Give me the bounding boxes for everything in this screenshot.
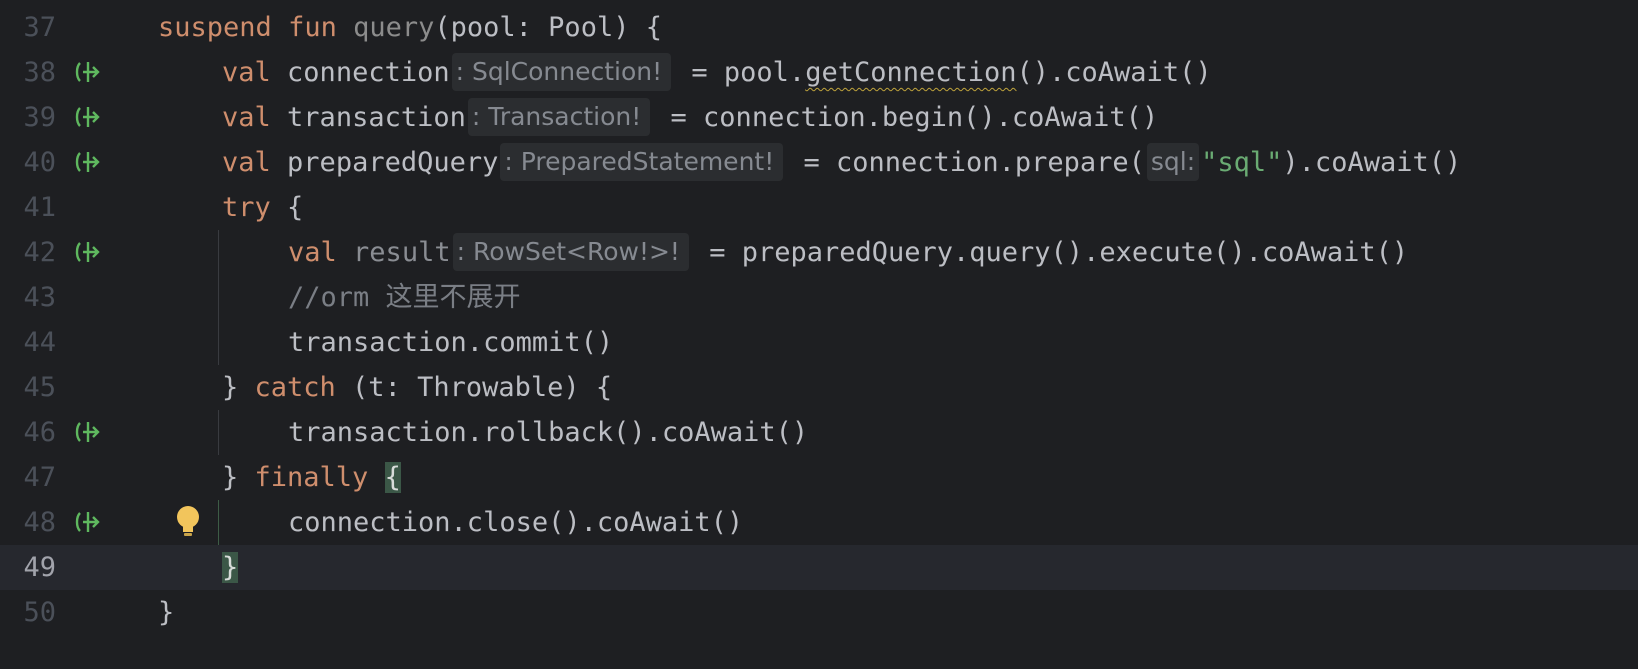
type-hint: : RowSet<Row!>! <box>452 233 689 271</box>
code-text[interactable]: } <box>222 545 239 590</box>
intention-lightbulb-icon[interactable] <box>174 504 202 540</box>
suspend-call-icon[interactable] <box>74 509 102 535</box>
type-hint: : Transaction! <box>467 98 651 136</box>
suspend-call-icon[interactable] <box>74 419 102 445</box>
code-line[interactable]: 43 //orm 这里不展开 <box>0 275 1638 320</box>
code-text[interactable]: } finally { <box>222 455 401 500</box>
code-rest: ).coAwait() <box>1282 147 1462 178</box>
keyword: finally <box>254 462 369 493</box>
line-number: 37 <box>23 12 56 43</box>
keyword: fun <box>288 12 337 43</box>
code-line[interactable]: 37 suspend fun query(pool: Pool) { <box>0 5 1638 50</box>
code-text[interactable]: try { <box>222 185 303 230</box>
variable-name: transaction <box>287 102 466 133</box>
line-number: 48 <box>23 507 56 538</box>
keyword: val <box>222 57 271 88</box>
code-text[interactable]: val transaction: Transaction! = connecti… <box>222 95 1158 140</box>
line-number: 41 <box>23 192 56 223</box>
code-line[interactable]: 46 transaction.rollback().coAwait() <box>0 410 1638 455</box>
keyword: try <box>222 192 271 223</box>
string-literal: "sql" <box>1201 147 1283 178</box>
code-text[interactable]: transaction.rollback().coAwait() <box>288 410 808 455</box>
suspend-call-icon[interactable] <box>74 104 102 130</box>
line-number: 43 <box>23 282 56 313</box>
code-rest: = preparedQuery.query().execute().coAwai… <box>692 237 1409 268</box>
code-text[interactable]: suspend fun query(pool: Pool) { <box>158 5 662 50</box>
matched-brace: } <box>222 552 239 583</box>
line-number: 47 <box>23 462 56 493</box>
keyword: val <box>222 147 271 178</box>
code-line[interactable]: 41 try { <box>0 185 1638 230</box>
code-text[interactable]: } <box>158 590 174 635</box>
code-line[interactable]: 38 val connection: SqlConnection! = pool… <box>0 50 1638 95</box>
line-number: 39 <box>23 102 56 133</box>
parameter-hint: sql: <box>1146 143 1200 181</box>
code-line[interactable]: 44 transaction.commit() <box>0 320 1638 365</box>
line-number: 46 <box>23 417 56 448</box>
keyword: val <box>222 102 271 133</box>
variable-name: preparedQuery <box>287 147 499 178</box>
code-text[interactable]: val connection: SqlConnection! = pool.ge… <box>222 50 1212 95</box>
suspend-call-icon[interactable] <box>74 149 102 175</box>
code-rest: (pool: Pool) { <box>434 12 662 43</box>
code-editor[interactable]: 37 suspend fun query(pool: Pool) { 38 va… <box>0 0 1638 669</box>
line-number: 50 <box>23 597 56 628</box>
variable-name: connection <box>287 57 450 88</box>
code-line[interactable]: 40 val preparedQuery: PreparedStatement!… <box>0 140 1638 185</box>
code-rest: (t: Throwable) { <box>335 372 613 403</box>
code-line[interactable]: 50 } <box>0 590 1638 635</box>
code-text[interactable]: val result: RowSet<Row!>! = preparedQuer… <box>288 230 1408 275</box>
code-text[interactable]: val preparedQuery: PreparedStatement! = … <box>222 140 1461 185</box>
line-number: 44 <box>23 327 56 358</box>
code-rest: = connection.prepare( <box>787 147 1145 178</box>
code-rest: = connection.begin().coAwait() <box>654 102 1159 133</box>
suspend-call-icon[interactable] <box>74 59 102 85</box>
variable-name: result <box>353 237 451 268</box>
line-number: 45 <box>23 372 56 403</box>
code-line[interactable]: 39 val transaction: Transaction! = conne… <box>0 95 1638 140</box>
code-line[interactable]: 45 } catch (t: Throwable) { <box>0 365 1638 410</box>
code-rest: } <box>222 372 255 403</box>
code-rest: { <box>270 192 304 223</box>
type-hint: : SqlConnection! <box>451 53 672 91</box>
line-number: 38 <box>23 57 56 88</box>
suspend-call-icon[interactable] <box>74 239 102 265</box>
code-text[interactable]: } catch (t: Throwable) { <box>222 365 612 410</box>
line-number: 40 <box>23 147 56 178</box>
line-number: 49 <box>23 552 56 583</box>
keyword: catch <box>254 372 336 403</box>
code-rest: ().coAwait() <box>1016 57 1212 88</box>
code-rest: = pool. <box>675 57 806 88</box>
code-line[interactable]: 48 connection.close().coAwait() <box>0 500 1638 545</box>
code-line-current[interactable]: 49 } <box>0 545 1638 590</box>
code-rest: } <box>222 462 255 493</box>
code-line[interactable]: 42 val result: RowSet<Row!>! = preparedQ… <box>0 230 1638 275</box>
keyword: suspend <box>158 12 272 43</box>
deprecated-call[interactable]: getConnection <box>805 57 1016 88</box>
matched-brace: { <box>384 462 401 493</box>
type-hint: : PreparedStatement! <box>500 143 784 181</box>
function-name: query <box>353 12 435 43</box>
code-text[interactable]: transaction.commit() <box>288 320 613 365</box>
line-number: 42 <box>23 237 56 268</box>
code-text[interactable]: connection.close().coAwait() <box>288 500 743 545</box>
keyword: val <box>288 237 337 268</box>
code-comment[interactable]: //orm 这里不展开 <box>288 275 521 320</box>
code-line[interactable]: 47 } finally { <box>0 455 1638 500</box>
